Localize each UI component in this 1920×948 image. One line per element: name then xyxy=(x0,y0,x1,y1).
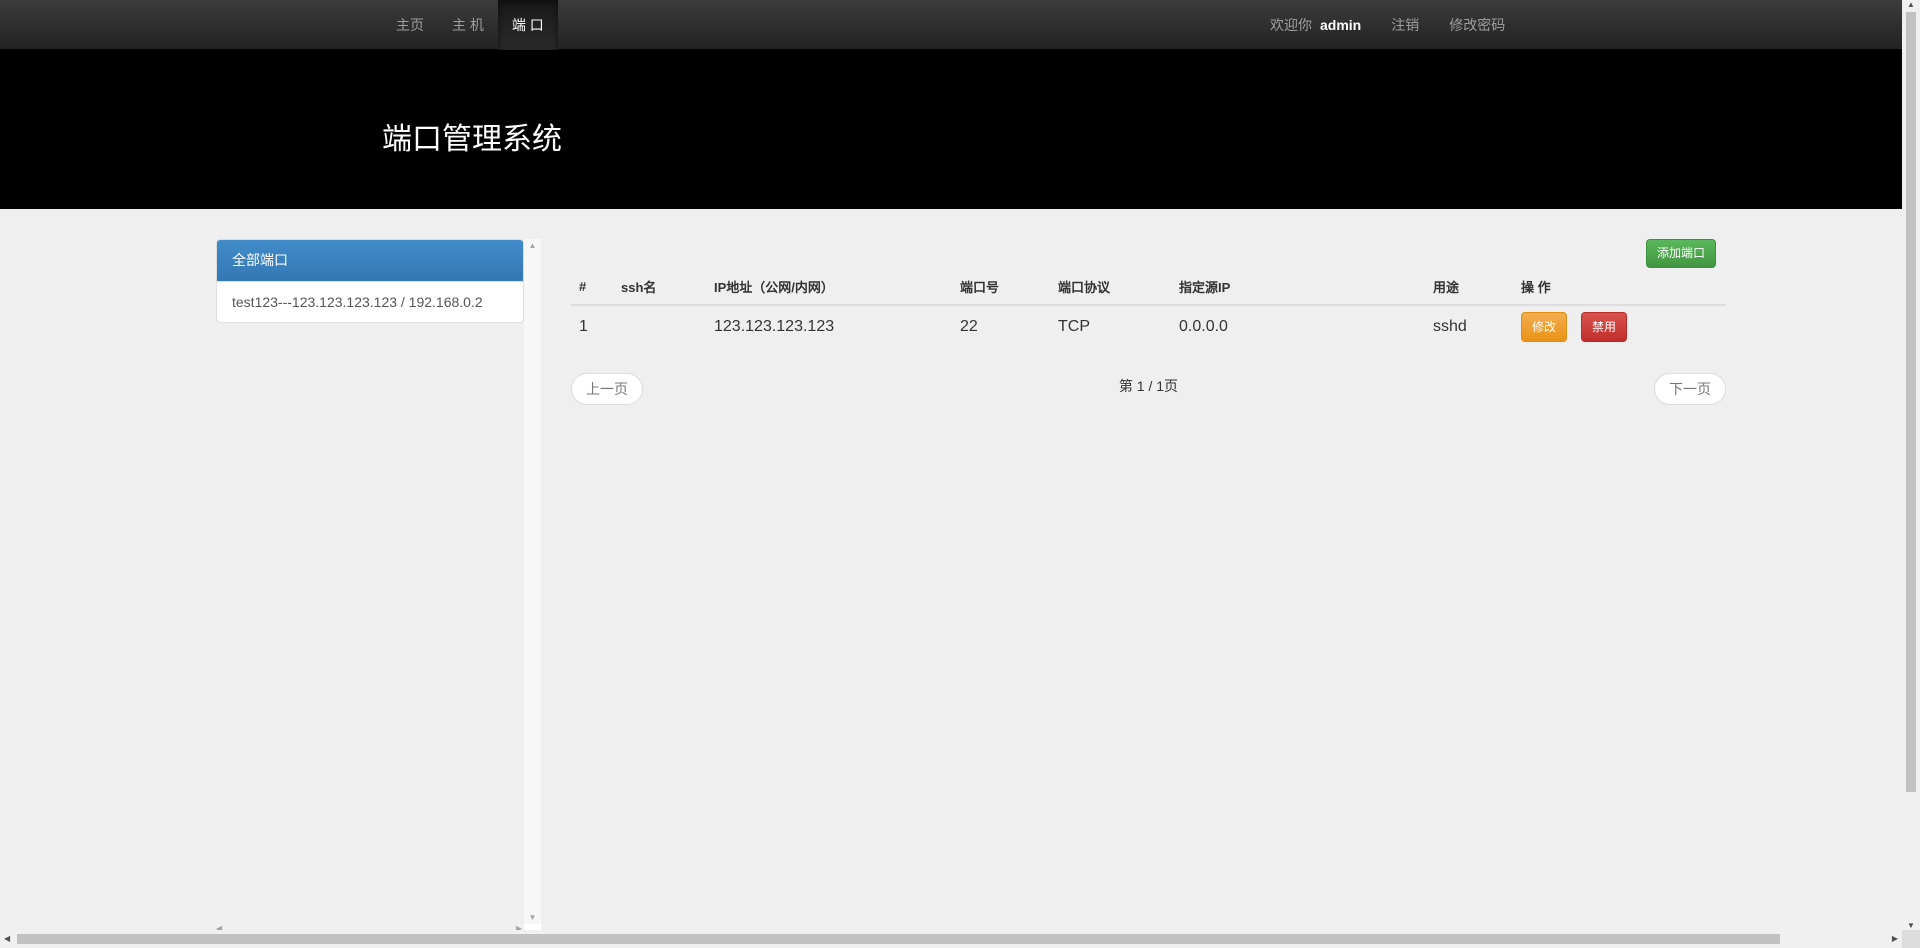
sidebar-item-host[interactable]: test123---123.123.123.123 / 192.168.0.2 xyxy=(217,281,523,322)
top-navbar: 主页 主 机 端 口 欢迎你 admin 注销 修改密码 xyxy=(0,0,1902,50)
cell-purpose: sshd xyxy=(1433,317,1467,335)
column-header-ssh-name: ssh名 xyxy=(613,269,706,306)
disable-button[interactable]: 禁用 xyxy=(1581,311,1627,342)
column-header-actions: 操 作 xyxy=(1513,269,1726,306)
page-title: 端口管理系统 xyxy=(382,123,562,156)
page-vertical-scrollbar[interactable]: ▲ ▼ xyxy=(1902,0,1920,930)
cell-protocol: TCP xyxy=(1058,317,1090,335)
scroll-right-icon[interactable]: ▶ xyxy=(1892,930,1898,948)
prev-page-button[interactable]: 上一页 xyxy=(571,373,643,405)
cell-ssh-name xyxy=(613,305,706,347)
username: admin xyxy=(1320,17,1362,33)
sidebar-vertical-scrollbar[interactable]: ▲ ▼ xyxy=(524,239,541,924)
scroll-down-icon[interactable]: ▼ xyxy=(524,913,541,922)
port-group-list: 全部端口 test123---123.123.123.123 / 192.168… xyxy=(216,239,524,323)
column-header-source-ip: 指定源IP xyxy=(1171,269,1425,306)
cell-actions: 修改 禁用 xyxy=(1513,305,1726,347)
change-password-link[interactable]: 修改密码 xyxy=(1449,15,1505,35)
cell-ip: 123.123.123.123 xyxy=(714,317,835,335)
scroll-left-icon[interactable]: ◀ xyxy=(4,930,10,948)
ports-table: # ssh名 IP地址（公网/内网） 端口号 端口协议 指定源IP 用途 操 作… xyxy=(571,269,1726,347)
scroll-up-icon[interactable]: ▲ xyxy=(524,241,541,250)
page-horizontal-scrollbar[interactable]: ◀ ▶ xyxy=(0,930,1902,948)
logout-link[interactable]: 注销 xyxy=(1391,15,1419,35)
table-header-row: # ssh名 IP地址（公网/内网） 端口号 端口协议 指定源IP 用途 操 作 xyxy=(571,269,1726,306)
nav-item-home[interactable]: 主页 xyxy=(382,0,438,50)
cell-source-ip: 0.0.0.0 xyxy=(1179,317,1228,335)
nav-item-ports[interactable]: 端 口 xyxy=(497,0,558,50)
scroll-up-icon[interactable]: ▲ xyxy=(1902,0,1920,9)
scroll-down-icon[interactable]: ▼ xyxy=(1902,921,1920,930)
table-row: 1 123.123.123.123 22 TCP 0.0.0.0 sshd 修改… xyxy=(571,305,1726,347)
hero-banner: 端口管理系统 xyxy=(0,50,1902,209)
scroll-corner xyxy=(1902,930,1920,948)
user-menu: 欢迎你 admin 注销 修改密码 xyxy=(1270,0,1535,50)
nav-menu: 主页 主 机 端 口 xyxy=(382,0,558,50)
cell-index: 1 xyxy=(579,317,588,335)
column-header-protocol: 端口协议 xyxy=(1050,269,1171,306)
welcome-text: 欢迎你 xyxy=(1270,17,1312,33)
next-page-button[interactable]: 下一页 xyxy=(1654,373,1726,405)
cell-port: 22 xyxy=(960,317,978,335)
column-header-purpose: 用途 xyxy=(1425,269,1513,306)
edit-button[interactable]: 修改 xyxy=(1521,311,1567,342)
pager: 第 1 / 1页 上一页 下一页 xyxy=(571,373,1726,405)
sidebar: 全部端口 test123---123.123.123.123 / 192.168… xyxy=(216,239,541,934)
nav-item-hosts[interactable]: 主 机 xyxy=(438,0,498,50)
column-header-index: # xyxy=(571,269,613,306)
column-header-ip: IP地址（公网/内网） xyxy=(706,269,952,306)
vertical-scroll-thumb[interactable] xyxy=(1906,12,1916,792)
column-header-port: 端口号 xyxy=(952,269,1050,306)
add-port-button[interactable]: 添加端口 xyxy=(1646,239,1716,268)
sidebar-item-all-ports[interactable]: 全部端口 xyxy=(217,240,523,281)
page-info: 第 1 / 1页 xyxy=(1118,378,1179,394)
horizontal-scroll-thumb[interactable] xyxy=(17,934,1780,944)
